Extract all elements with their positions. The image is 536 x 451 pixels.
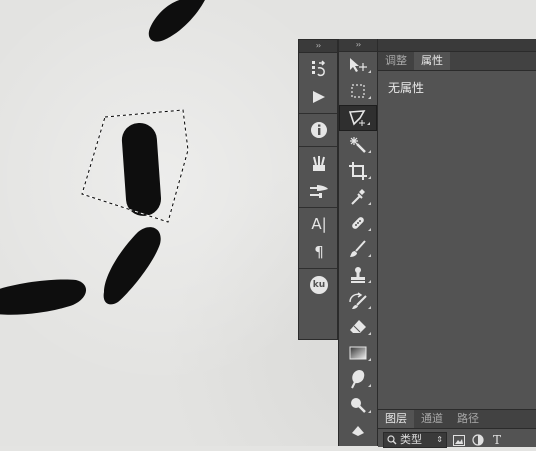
- tab-paths[interactable]: 路径: [450, 410, 486, 428]
- dodge-tool-icon[interactable]: [339, 392, 377, 418]
- dock-group-1: [299, 53, 337, 114]
- properties-tabs: 调整 属性: [378, 52, 536, 71]
- history-icon[interactable]: [299, 55, 339, 83]
- kuler-icon[interactable]: ku: [299, 271, 339, 299]
- dock-group-5: ku: [299, 269, 337, 301]
- tools-collapse-bar[interactable]: ››: [339, 39, 377, 52]
- properties-panel: 调整 属性 无属性: [378, 39, 536, 409]
- marquee-tool-icon[interactable]: [339, 78, 377, 104]
- eraser-tool-icon[interactable]: [339, 314, 377, 340]
- paragraph-icon[interactable]: ¶: [299, 238, 339, 266]
- tab-adjustments[interactable]: 调整: [378, 52, 414, 70]
- info-icon[interactable]: [299, 116, 339, 144]
- tools-panel: ››: [338, 39, 378, 446]
- image-filter-icon[interactable]: [452, 433, 466, 447]
- type-filter-icon[interactable]: T: [490, 433, 504, 447]
- dock-group-2: [299, 114, 337, 147]
- move-tool-icon[interactable]: [339, 52, 377, 78]
- character-icon-label: A|: [311, 215, 327, 233]
- layers-filter-row: 类型 ⇕ T: [378, 429, 536, 451]
- search-icon: [387, 435, 397, 445]
- brush-presets-icon[interactable]: [299, 149, 339, 177]
- layers-panel: 图层 通道 路径 类型 ⇕ T: [378, 409, 536, 448]
- panel-dock: ›› A| ¶ ku: [298, 39, 338, 340]
- eyedropper-tool-icon[interactable]: [339, 184, 377, 210]
- brush-tool-icon[interactable]: [339, 236, 377, 262]
- paragraph-icon-label: ¶: [314, 243, 324, 261]
- crop-tool-icon[interactable]: [339, 158, 377, 184]
- properties-header-bar[interactable]: [378, 39, 536, 52]
- polygonal-lasso-tool-icon[interactable]: [339, 105, 377, 131]
- actions-play-icon[interactable]: [299, 83, 339, 111]
- tab-layers[interactable]: 图层: [378, 410, 414, 428]
- ink-stroke-top: [148, 0, 205, 42]
- dock-group-4: A| ¶: [299, 208, 337, 269]
- tab-properties[interactable]: 属性: [414, 52, 450, 70]
- layers-tabs: 图层 通道 路径: [378, 410, 536, 429]
- tab-channels[interactable]: 通道: [414, 410, 450, 428]
- history-brush-tool-icon[interactable]: [339, 288, 377, 314]
- brush-settings-icon[interactable]: [299, 177, 339, 205]
- ink-stroke-selected: [121, 123, 162, 216]
- type-filter-label: T: [492, 433, 501, 447]
- kuler-icon-label: ku: [310, 276, 328, 294]
- dock-group-3: [299, 147, 337, 208]
- healing-brush-tool-icon[interactable]: [339, 210, 377, 236]
- pen-tool-icon[interactable]: [339, 418, 377, 444]
- character-icon[interactable]: A|: [299, 210, 339, 238]
- ink-stroke-bottom-left: [0, 279, 86, 315]
- properties-empty-text: 无属性: [388, 81, 425, 95]
- magic-wand-tool-icon[interactable]: [339, 132, 377, 158]
- blur-tool-icon[interactable]: [339, 366, 377, 392]
- dock-collapse-bar[interactable]: ››: [299, 40, 337, 53]
- ink-stroke-diagonal: [103, 227, 161, 305]
- adjustment-filter-icon[interactable]: [471, 433, 485, 447]
- gradient-tool-icon[interactable]: [339, 340, 377, 366]
- clone-stamp-tool-icon[interactable]: [339, 262, 377, 288]
